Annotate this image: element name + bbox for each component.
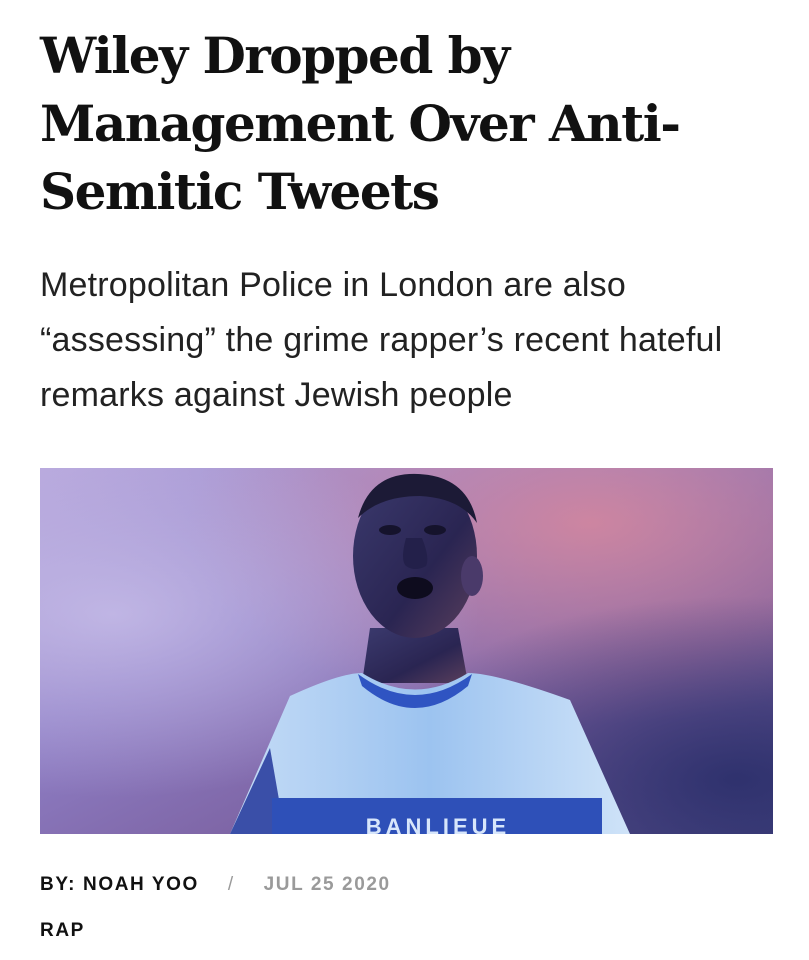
shirt-text: BANLIEUE (366, 814, 510, 834)
byline-separator: / (227, 874, 235, 895)
byline-prefix: BY: (40, 874, 77, 895)
hero-photo-illustration: BANLIEUE (40, 468, 773, 834)
publish-date: JUL 25 2020 (263, 874, 391, 895)
author-link[interactable]: NOAH YOO (83, 874, 199, 895)
category-tag-link[interactable]: RAP (40, 920, 85, 942)
article-headline: Wiley Dropped by Management Over Anti-Se… (40, 26, 681, 221)
hero-image: BANLIEUE (40, 468, 773, 834)
byline: BY: NOAH YOO / JUL 25 2020 (40, 874, 391, 896)
article-page: Wiley Dropped by Management Over Anti-Se… (0, 0, 809, 960)
article-dek: Metropolitan Police in London are also “… (40, 266, 723, 414)
